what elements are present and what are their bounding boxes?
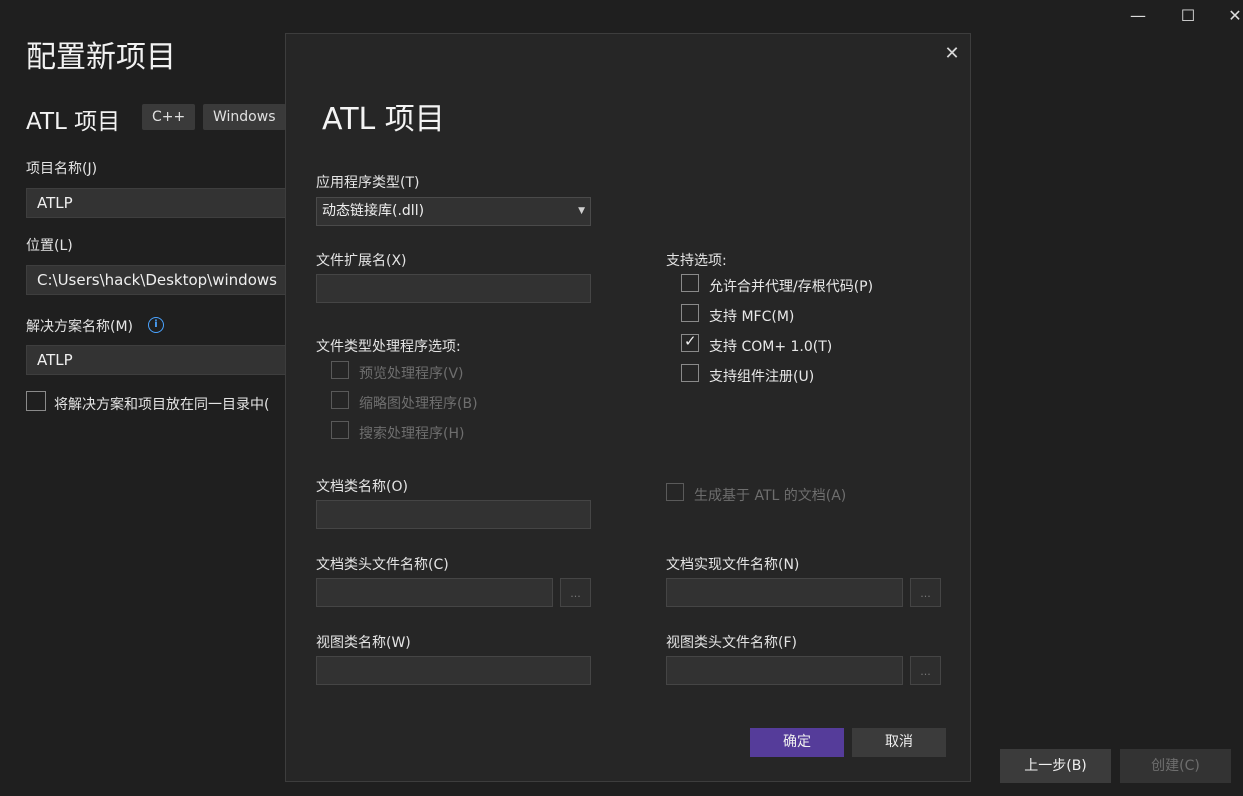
create-button: 创建(C) [1120, 749, 1231, 783]
view-class-input [316, 656, 591, 685]
doc-class-label: 文档类名称(O) [316, 479, 408, 495]
same-dir-label: 将解决方案和项目放在同一目录中( [54, 397, 270, 413]
ok-button[interactable]: 确定 [750, 728, 844, 757]
gen-atl-doc-checkbox [666, 483, 684, 501]
close-icon[interactable]: ✕ [942, 44, 962, 64]
support-option-checkbox[interactable] [681, 304, 699, 322]
tag-windows: Windows [203, 104, 286, 130]
file-ext-label: 文件扩展名(X) [316, 253, 407, 269]
gen-atl-doc-label: 生成基于 ATL 的文档(A) [694, 488, 847, 504]
checkmark-icon: ✓ [684, 332, 697, 350]
info-icon[interactable]: i [148, 317, 164, 333]
doc-impl-browse-button: ... [910, 578, 941, 607]
handler-option-label: 缩略图处理程序(B) [359, 396, 478, 412]
support-option-label: 支持 COM+ 1.0(T) [709, 339, 833, 355]
handler-option-label: 预览处理程序(V) [359, 366, 464, 382]
location-label: 位置(L) [26, 238, 73, 254]
view-class-label: 视图类名称(W) [316, 635, 411, 651]
view-header-browse-button: ... [910, 656, 941, 685]
chevron-down-icon: ▼ [578, 206, 585, 216]
minimize-icon[interactable]: — [1115, 0, 1161, 30]
project-name-label: 项目名称(J) [26, 161, 98, 177]
support-option-label: 支持组件注册(U) [709, 369, 815, 385]
close-window-icon[interactable]: ✕ [1212, 0, 1243, 30]
same-dir-checkbox[interactable] [26, 391, 46, 411]
support-option-label: 允许合并代理/存根代码(P) [709, 279, 874, 295]
view-header-label: 视图类头文件名称(F) [666, 635, 797, 651]
project-type-title: ATL 项目 [26, 109, 121, 135]
doc-class-input [316, 500, 591, 529]
support-option-checkbox[interactable] [681, 274, 699, 292]
dialog-title: ATL 项目 [322, 102, 445, 137]
location-input[interactable]: C:\Users\hack\Desktop\windows [26, 265, 288, 295]
atl-project-dialog: ✕ ATL 项目 应用程序类型(T) 动态链接库(.dll) ▼ 文件扩展名(X… [285, 33, 971, 782]
app-type-label: 应用程序类型(T) [316, 175, 420, 191]
doc-header-label: 文档类头文件名称(C) [316, 557, 449, 573]
solution-name-label: 解决方案名称(M) [26, 319, 134, 335]
page-title: 配置新项目 [26, 40, 176, 75]
support-options-label: 支持选项: [666, 253, 727, 269]
doc-header-browse-button: ... [560, 578, 591, 607]
doc-impl-input [666, 578, 903, 607]
support-option-label: 支持 MFC(M) [709, 309, 795, 325]
view-header-input [666, 656, 903, 685]
doc-impl-label: 文档实现文件名称(N) [666, 557, 800, 573]
back-button[interactable]: 上一步(B) [1000, 749, 1111, 783]
support-option-checkbox[interactable]: ✓ [681, 332, 699, 352]
tag-cpp: C++ [142, 104, 196, 130]
maximize-icon[interactable]: ☐ [1165, 0, 1211, 30]
cancel-button[interactable]: 取消 [852, 728, 946, 757]
solution-name-input[interactable]: ATLP [26, 345, 288, 375]
support-option-checkbox[interactable] [681, 364, 699, 382]
handler-option-checkbox [331, 421, 349, 439]
handler-options-label: 文件类型处理程序选项: [316, 339, 461, 355]
handler-option-label: 搜索处理程序(H) [359, 426, 465, 442]
app-type-value: 动态链接库(.dll) [322, 203, 425, 219]
handler-option-checkbox [331, 361, 349, 379]
project-name-input[interactable]: ATLP [26, 188, 288, 218]
handler-option-checkbox [331, 391, 349, 409]
doc-header-input [316, 578, 553, 607]
file-ext-input[interactable] [316, 274, 591, 303]
app-type-select[interactable]: 动态链接库(.dll) ▼ [316, 197, 591, 226]
